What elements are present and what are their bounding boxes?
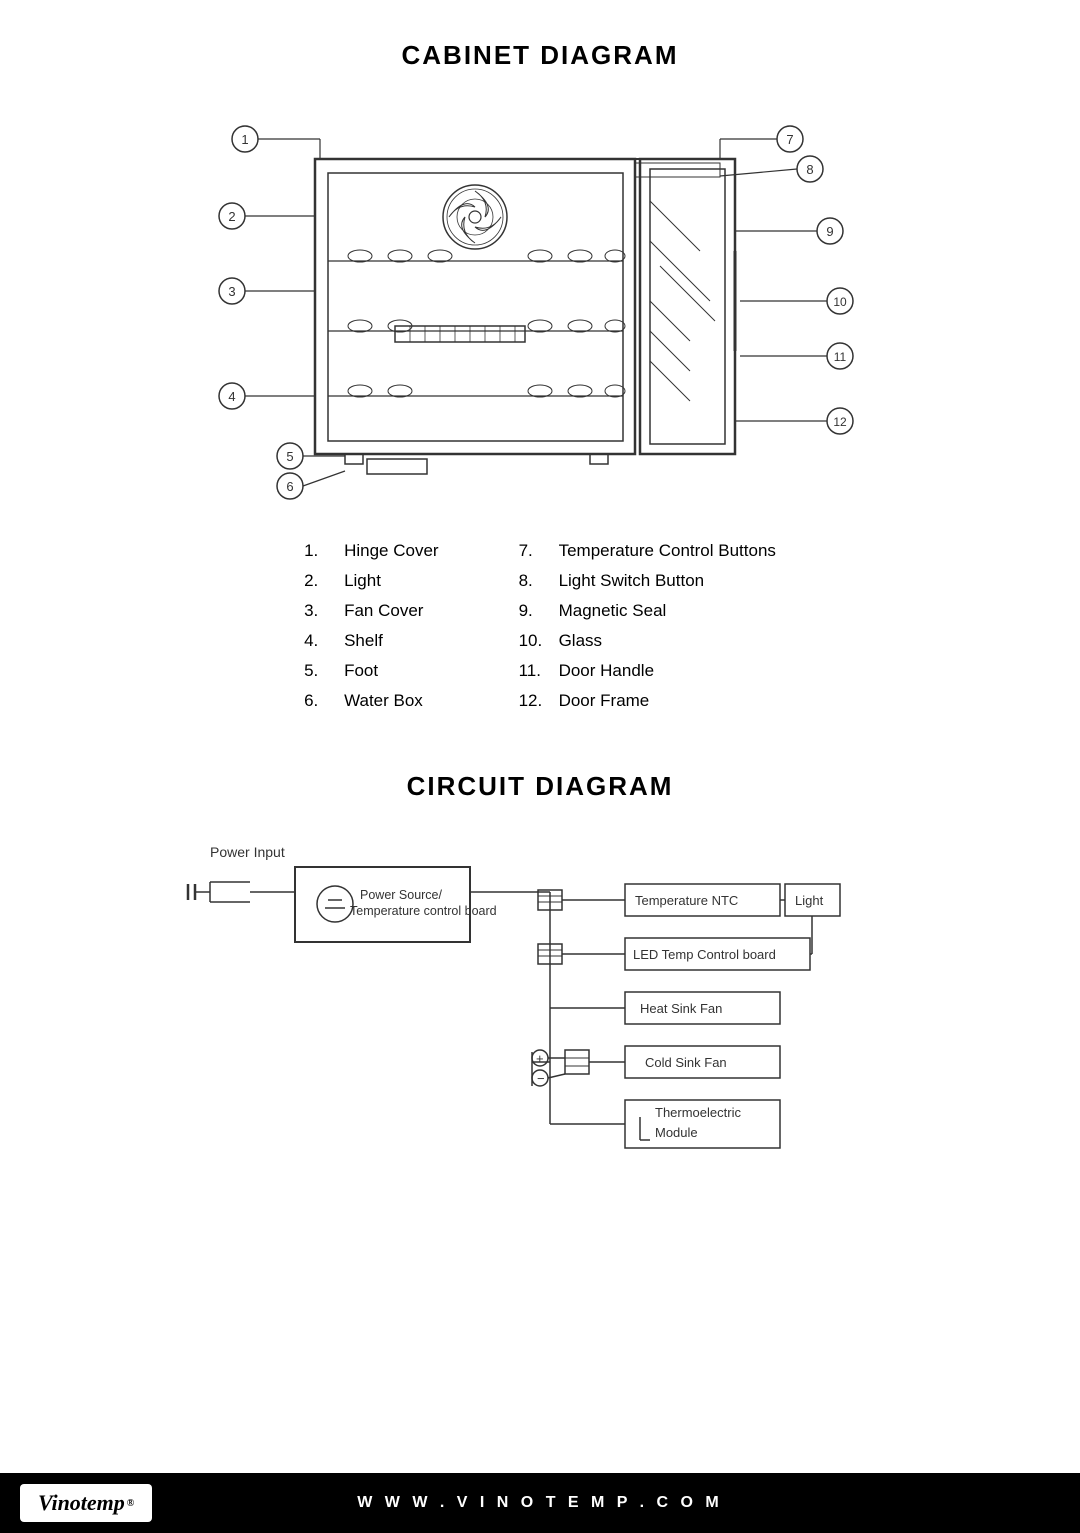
cabinet-svg: 1 2 3 4 5 6 7 8 9 — [160, 101, 920, 511]
svg-text:12: 12 — [833, 415, 847, 429]
part-1: 1.Hinge Cover — [304, 541, 439, 561]
svg-text:+: + — [536, 1051, 544, 1066]
svg-text:1: 1 — [241, 132, 248, 147]
svg-text:5: 5 — [286, 449, 293, 464]
circuit-title: CIRCUIT DIAGRAM — [80, 771, 1000, 802]
svg-text:7: 7 — [786, 132, 793, 147]
circuit-diagram: Power Input Power Source/ Temperature co… — [80, 832, 1000, 1172]
logo-text: Vinotemp — [38, 1490, 125, 1516]
svg-text:6: 6 — [286, 479, 293, 494]
footer-url: W W W . V I N O T E M P . C O M — [357, 1494, 722, 1512]
svg-text:−: − — [537, 1071, 545, 1086]
part-7: 7.Temperature Control Buttons — [519, 541, 776, 561]
cabinet-diagram: 1 2 3 4 5 6 7 8 9 — [80, 101, 1000, 511]
svg-text:Temperature control board: Temperature control board — [350, 904, 497, 918]
part-12: 12.Door Frame — [519, 691, 776, 711]
part-9: 9.Magnetic Seal — [519, 601, 776, 621]
part-4: 4.Shelf — [304, 631, 439, 651]
svg-text:Module: Module — [655, 1125, 698, 1140]
logo: Vinotemp ® — [20, 1484, 152, 1522]
svg-text:Thermoelectric: Thermoelectric — [655, 1105, 741, 1120]
svg-text:LED Temp Control board: LED Temp Control board — [633, 947, 776, 962]
svg-text:Light: Light — [795, 893, 824, 908]
svg-text:9: 9 — [826, 224, 833, 239]
page: CABINET DIAGRAM 1 2 3 4 5 6 7 — [0, 0, 1080, 1533]
svg-text:10: 10 — [833, 295, 847, 309]
page-number: 6 — [22, 1495, 31, 1513]
cabinet-title: CABINET DIAGRAM — [80, 40, 1000, 71]
power-input-label: Power Input — [210, 844, 285, 860]
part-8: 8.Light Switch Button — [519, 571, 776, 591]
circuit-svg: Power Input Power Source/ Temperature co… — [150, 832, 930, 1172]
part-5: 5.Foot — [304, 661, 439, 681]
svg-text:8: 8 — [806, 162, 813, 177]
parts-list: 1.Hinge Cover 2.Light 3.Fan Cover 4.Shel… — [80, 541, 1000, 721]
parts-col-right: 7.Temperature Control Buttons 8.Light Sw… — [519, 541, 776, 721]
svg-text:2: 2 — [228, 209, 235, 224]
part-6: 6.Water Box — [304, 691, 439, 711]
part-10: 10.Glass — [519, 631, 776, 651]
footer: 6 Vinotemp ® W W W . V I N O T E M P . C… — [0, 1473, 1080, 1533]
svg-text:4: 4 — [228, 389, 235, 404]
svg-text:Temperature NTC: Temperature NTC — [635, 893, 738, 908]
svg-text:Heat Sink Fan: Heat Sink Fan — [640, 1001, 722, 1016]
svg-text:Power Source/: Power Source/ — [360, 888, 443, 902]
svg-text:Cold Sink Fan: Cold Sink Fan — [645, 1055, 727, 1070]
parts-col-left: 1.Hinge Cover 2.Light 3.Fan Cover 4.Shel… — [304, 541, 439, 721]
part-11: 11.Door Handle — [519, 661, 776, 681]
svg-text:3: 3 — [228, 284, 235, 299]
part-2: 2.Light — [304, 571, 439, 591]
part-3: 3.Fan Cover — [304, 601, 439, 621]
svg-text:11: 11 — [834, 350, 847, 364]
